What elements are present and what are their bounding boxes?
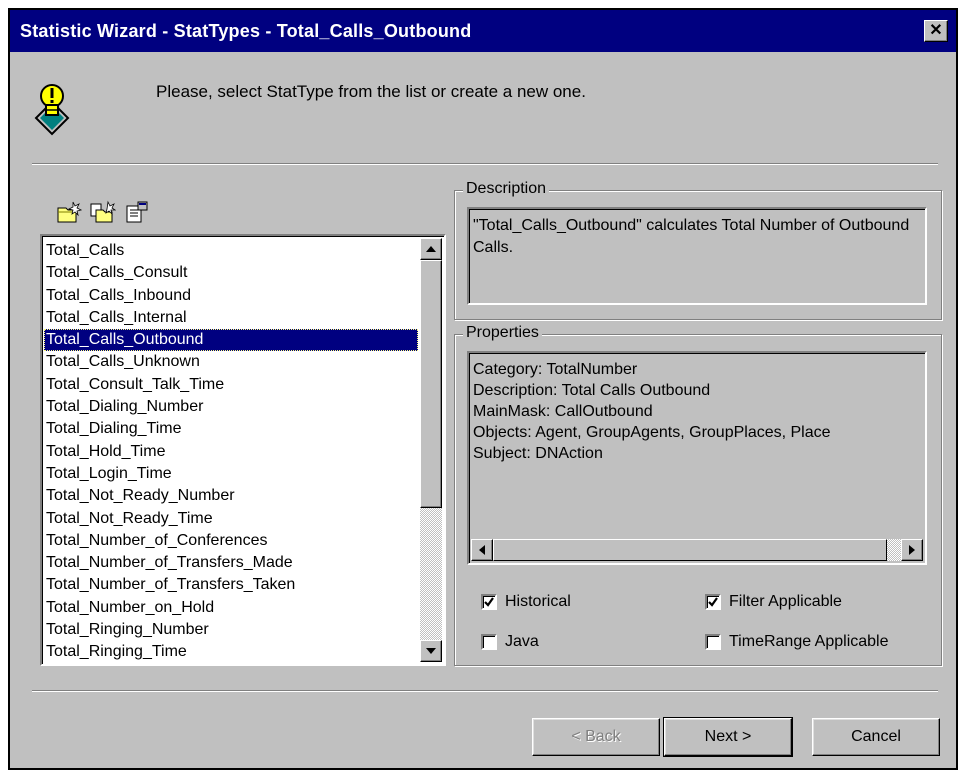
properties-horizontal-scrollbar[interactable] — [471, 539, 923, 561]
properties-lines: Category: TotalNumber Description: Total … — [469, 353, 925, 464]
new-stattype-icon[interactable] — [56, 200, 83, 224]
filter-applicable-label: Filter Applicable — [729, 593, 842, 610]
list-item[interactable]: Total_Login_Time — [44, 463, 418, 485]
timerange-applicable-checkbox[interactable] — [705, 634, 721, 650]
historical-checkbox[interactable] — [481, 594, 497, 610]
java-label: Java — [505, 633, 539, 650]
list-item[interactable]: Total_Calls — [44, 240, 418, 262]
stattype-listbox[interactable]: Total_Calls Total_Calls_Consult Total_Call… — [40, 234, 446, 666]
list-item[interactable]: Total_Calls_Consult — [44, 262, 418, 284]
property-line: Description: Total Calls Outbound — [473, 382, 711, 399]
java-checkbox[interactable] — [481, 634, 497, 650]
stattype-toolbar — [56, 200, 150, 224]
back-button-label: < Back — [571, 728, 621, 745]
list-item[interactable]: Total_Consult_Talk_Time — [44, 374, 418, 396]
scroll-left-button[interactable] — [471, 539, 493, 561]
filter-applicable-option[interactable]: Filter Applicable — [705, 593, 842, 611]
list-item[interactable]: Total_Dialing_Number — [44, 396, 418, 418]
instruction-text: Please, select StatType from the list or… — [156, 82, 586, 101]
property-line: Subject: DNAction — [473, 445, 603, 462]
arrow-left-icon — [479, 545, 485, 555]
property-line: Objects: Agent, GroupAgents, GroupPlaces… — [473, 424, 831, 441]
list-item[interactable]: Total_Number_on_Hold — [44, 597, 418, 619]
statistic-wizard-dialog: Statistic Wizard - StatTypes - Total_Cal… — [8, 8, 958, 770]
filter-applicable-checkbox[interactable] — [705, 594, 721, 610]
list-item[interactable]: Total_Calls_Unknown — [44, 351, 418, 373]
list-item[interactable]: Total_Number_of_Transfers_Made — [44, 552, 418, 574]
title-bar: Statistic Wizard - StatTypes - Total_Cal… — [10, 10, 956, 52]
java-option[interactable]: Java — [481, 633, 539, 651]
close-button[interactable]: ✕ — [924, 20, 948, 42]
back-button[interactable]: < Back — [532, 718, 660, 756]
list-item[interactable]: Total_Not_Ready_Time — [44, 508, 418, 530]
list-item[interactable]: Total_Calls_Internal — [44, 307, 418, 329]
copy-stattype-icon[interactable] — [90, 200, 117, 224]
next-button-label: Next > — [704, 728, 752, 745]
arrow-right-icon — [909, 545, 915, 555]
properties-label: Properties — [463, 324, 542, 342]
description-text: "Total_Calls_Outbound" calculates Total … — [473, 217, 910, 256]
properties-box[interactable]: Category: TotalNumber Description: Total … — [467, 351, 927, 565]
historical-option[interactable]: Historical — [481, 593, 571, 611]
list-item[interactable]: Total_Number_of_Transfers_Taken — [44, 574, 418, 596]
properties-icon[interactable] — [124, 200, 150, 224]
bottom-divider — [32, 690, 938, 692]
description-group: Description "Total_Calls_Outbound" calcu… — [454, 180, 942, 320]
description-box: "Total_Calls_Outbound" calculates Total … — [467, 207, 927, 305]
lightbulb-warning-icon — [32, 80, 72, 136]
arrow-down-icon — [426, 648, 436, 654]
list-item[interactable]: Total_Number_of_Conferences — [44, 530, 418, 552]
list-item[interactable]: Total_Hold_Time — [44, 441, 418, 463]
top-divider — [32, 163, 938, 165]
list-item[interactable]: Total_Ringing_Time — [44, 641, 418, 663]
scroll-up-button[interactable] — [420, 238, 442, 260]
horizontal-scroll-thumb[interactable] — [493, 539, 887, 561]
window-title: Statistic Wizard - StatTypes - Total_Cal… — [20, 20, 472, 41]
cancel-button[interactable]: Cancel — [812, 718, 940, 756]
horizontal-scroll-track[interactable] — [887, 539, 901, 561]
scroll-down-button[interactable] — [420, 640, 442, 662]
scroll-right-button[interactable] — [901, 539, 923, 561]
list-item[interactable]: Total_Calls_Outbound — [44, 329, 418, 352]
properties-group: Properties Category: TotalNumber Descript… — [454, 324, 942, 666]
arrow-up-icon — [426, 246, 436, 252]
timerange-applicable-option[interactable]: TimeRange Applicable — [705, 633, 889, 651]
historical-label: Historical — [505, 593, 571, 610]
property-line: MainMask: CallOutbound — [473, 403, 653, 420]
list-vertical-scrollbar[interactable] — [420, 238, 442, 662]
checkmark-icon — [484, 597, 494, 607]
list-item[interactable]: Total_Not_Ready_Number — [44, 485, 418, 507]
property-line: Category: TotalNumber — [473, 361, 638, 378]
timerange-applicable-label: TimeRange Applicable — [729, 633, 889, 650]
checkmark-icon — [708, 597, 718, 607]
list-item[interactable]: Total_Calls_Inbound — [44, 285, 418, 307]
next-button[interactable]: Next > — [663, 717, 793, 757]
list-item[interactable]: Total_Ringing_Number — [44, 619, 418, 641]
stattype-list: Total_Calls Total_Calls_Consult Total_Call… — [44, 240, 418, 664]
description-label: Description — [463, 180, 550, 198]
scroll-thumb[interactable] — [420, 260, 442, 508]
cancel-button-label: Cancel — [851, 728, 901, 745]
list-item[interactable]: Total_Dialing_Time — [44, 418, 418, 440]
close-icon: ✕ — [929, 22, 943, 39]
